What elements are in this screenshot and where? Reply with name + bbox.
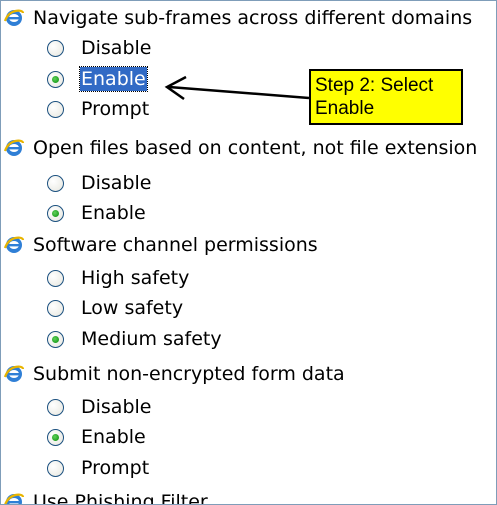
- setting-title: Navigate sub-frames across different dom…: [33, 7, 473, 29]
- setting-title: Submit non-encrypted form data: [33, 363, 345, 385]
- radio-button[interactable]: [47, 459, 64, 477]
- radio-button-checked[interactable]: [47, 428, 64, 446]
- radio-button[interactable]: [47, 174, 64, 192]
- option-label: Prompt: [81, 457, 150, 479]
- setting-submit-non-encrypted: Submit non-encrypted form data: [3, 359, 346, 389]
- step-callout: Step 2: Select Enable: [309, 69, 463, 125]
- internet-explorer-icon: [4, 493, 25, 504]
- option-medium-safety[interactable]: Medium safety: [47, 324, 223, 354]
- internet-explorer-icon: [3, 236, 25, 253]
- internet-explorer-icon: [3, 9, 25, 26]
- option-label: Disable: [81, 172, 152, 194]
- callout-line-1: Step 2: Select: [315, 75, 434, 96]
- option-label-selected: Enable: [79, 66, 148, 92]
- internet-explorer-icon: [3, 365, 25, 382]
- setting-software-channel: Software channel permissions: [3, 230, 319, 260]
- option-low-safety[interactable]: Low safety: [47, 293, 184, 323]
- security-settings-list: Navigate sub-frames across different dom…: [0, 0, 497, 505]
- radio-button-checked[interactable]: [47, 330, 64, 348]
- option-label: Disable: [81, 396, 152, 418]
- option-disable[interactable]: Disable: [47, 392, 152, 422]
- radio-button-checked[interactable]: [47, 204, 64, 222]
- option-label: Disable: [81, 37, 152, 59]
- option-label: Medium safety: [81, 328, 222, 350]
- option-enable[interactable]: Enable: [47, 64, 148, 94]
- option-label: Enable: [81, 202, 146, 224]
- setting-navigate-subframes: Navigate sub-frames across different dom…: [3, 3, 473, 33]
- option-disable[interactable]: Disable: [47, 33, 152, 63]
- setting-use-phishing-filter: Use Phishing Filter: [3, 487, 209, 505]
- option-disable[interactable]: Disable: [47, 168, 152, 198]
- option-label: High safety: [81, 267, 190, 289]
- option-high-safety[interactable]: High safety: [47, 263, 190, 293]
- option-label: Enable: [81, 426, 146, 448]
- radio-button[interactable]: [47, 39, 64, 57]
- setting-title: Use Phishing Filter: [33, 491, 208, 505]
- callout-line-2: Enable: [315, 98, 375, 119]
- radio-button[interactable]: [47, 398, 64, 416]
- option-label: Prompt: [81, 98, 150, 120]
- setting-title: Open files based on content, not file ex…: [33, 137, 478, 159]
- setting-open-files-content: Open files based on content, not file ex…: [3, 133, 478, 163]
- option-prompt[interactable]: Prompt: [47, 453, 150, 483]
- option-prompt[interactable]: Prompt: [47, 94, 150, 124]
- option-enable[interactable]: Enable: [47, 422, 147, 452]
- option-label: Low safety: [81, 297, 184, 319]
- radio-button[interactable]: [47, 269, 64, 287]
- option-enable[interactable]: Enable: [47, 198, 147, 228]
- radio-button[interactable]: [47, 299, 64, 317]
- setting-title: Software channel permissions: [33, 234, 318, 256]
- radio-button-checked[interactable]: [47, 70, 64, 88]
- radio-button[interactable]: [47, 100, 64, 118]
- internet-explorer-icon: [3, 139, 25, 156]
